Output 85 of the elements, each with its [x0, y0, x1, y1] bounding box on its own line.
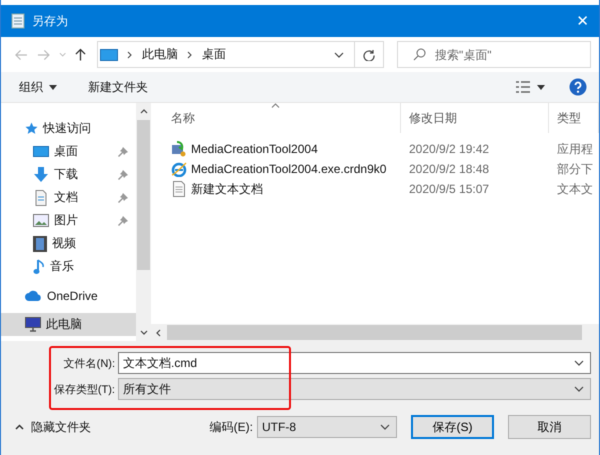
address-bar[interactable]: 此电脑 桌面: [96, 41, 355, 68]
installer-icon: [171, 141, 187, 157]
sidebar-label: 快速访问: [43, 120, 91, 137]
file-name-label: 文件名(N):: [62, 356, 116, 370]
breadcrumb[interactable]: 此电脑: [142, 46, 178, 63]
sidebar-item[interactable]: 视频: [1, 232, 136, 255]
organize-menu[interactable]: 组织: [19, 78, 43, 96]
sidebar-item[interactable]: 快速访问: [1, 117, 136, 140]
column-header[interactable]: 名称: [151, 103, 401, 133]
file-type-dropdown[interactable]: 所有文件: [118, 378, 591, 400]
scroll-up-icon[interactable]: [140, 109, 148, 114]
chevron-icon: [186, 50, 193, 58]
new-folder-button[interactable]: 新建文件夹: [88, 78, 148, 96]
file-name[interactable]: MediaCreationTool2004.exe.crdn9k0: [191, 162, 386, 176]
file-type: 部分下: [557, 162, 593, 176]
caret-icon[interactable]: [537, 84, 545, 90]
up-icon[interactable]: [74, 48, 86, 62]
dropdown-icon: [380, 424, 390, 430]
file-name[interactable]: MediaCreationTool2004: [191, 142, 318, 156]
collapse-icon: [15, 424, 24, 430]
hide-folders-toggle[interactable]: 隐藏文件夹: [15, 418, 91, 436]
dropdown-icon[interactable]: [334, 52, 344, 58]
column-header[interactable]: 修改日期: [401, 103, 549, 133]
computer-icon: [25, 317, 41, 332]
refresh-icon: [362, 48, 375, 60]
document-icon: [33, 190, 49, 206]
text-file-icon: [171, 181, 187, 197]
breadcrumb[interactable]: 桌面: [202, 46, 226, 63]
encoding-dropdown[interactable]: UTF-8: [257, 416, 397, 438]
dropdown-icon[interactable]: [574, 360, 584, 366]
file-name-value: 文本文档.cmd: [123, 354, 198, 372]
caret-icon[interactable]: [49, 84, 57, 90]
desktop-icon: [33, 145, 49, 158]
file-date: 2020/9/2 19:42: [409, 142, 490, 156]
file-name[interactable]: 新建文本文档: [191, 180, 263, 198]
sidebar-label: 下载: [54, 166, 78, 183]
sidebar-label: OneDrive: [47, 288, 98, 302]
scroll-down-icon[interactable]: [140, 330, 148, 335]
sidebar-item[interactable]: 图片: [1, 209, 136, 232]
sidebar-item[interactable]: 下载: [1, 163, 136, 186]
sidebar-item[interactable]: 桌面: [1, 140, 136, 163]
file-name-field[interactable]: 文本文档.cmd: [118, 352, 591, 374]
close-button[interactable]: ✕: [576, 12, 589, 30]
sidebar-label: 视频: [52, 235, 76, 252]
monitor-icon: [100, 48, 118, 60]
scroll-left-icon[interactable]: [156, 328, 161, 336]
save-button[interactable]: 保存(S): [411, 415, 494, 439]
encoding-label: 编码(E):: [210, 418, 253, 436]
sidebar-item[interactable]: OneDrive: [1, 284, 136, 307]
cloud-icon: [25, 290, 42, 301]
sidebar-label: 图片: [54, 212, 78, 229]
column-header[interactable]: 类型: [549, 103, 599, 133]
column-label: 修改日期: [409, 110, 457, 126]
refresh-button[interactable]: [354, 41, 384, 68]
column-label: 名称: [171, 110, 195, 126]
sidebar-label: 此电脑: [46, 316, 82, 333]
window-title: 另存为: [32, 12, 68, 30]
sidebar-label: 文档: [54, 189, 78, 206]
dropdown-icon: [574, 386, 584, 392]
download-icon: [33, 166, 49, 182]
cancel-button[interactable]: 取消: [508, 415, 591, 439]
browser-icon: [171, 161, 187, 177]
sidebar-label: 音乐: [50, 258, 74, 275]
pictures-icon: [33, 214, 49, 227]
vertical-scrollbar[interactable]: [136, 103, 151, 341]
horizontal-scrollbar[interactable]: [151, 324, 599, 341]
file-type-label: 保存类型(T):: [52, 382, 116, 396]
music-note-icon: [33, 258, 45, 274]
search-icon: [413, 48, 426, 61]
film-icon: [33, 236, 47, 252]
sidebar-item[interactable]: 文档: [1, 186, 136, 209]
notepad-icon: [11, 13, 25, 29]
sidebar-label: 桌面: [54, 143, 78, 160]
help-icon[interactable]: [569, 78, 587, 96]
file-date: 2020/9/2 18:48: [409, 162, 490, 176]
sidebar-item[interactable]: 此电脑: [1, 313, 136, 336]
file-type: 应用程: [557, 142, 593, 156]
chevron-icon: [126, 50, 133, 58]
file-type: 文本文: [557, 182, 593, 196]
view-options-icon[interactable]: [515, 80, 531, 94]
file-date: 2020/9/5 15:07: [409, 182, 490, 196]
sidebar-item[interactable]: 音乐: [1, 255, 136, 278]
column-label: 类型: [557, 110, 581, 126]
star-icon: [25, 122, 38, 135]
search-field[interactable]: 搜索"桌面": [397, 41, 591, 68]
